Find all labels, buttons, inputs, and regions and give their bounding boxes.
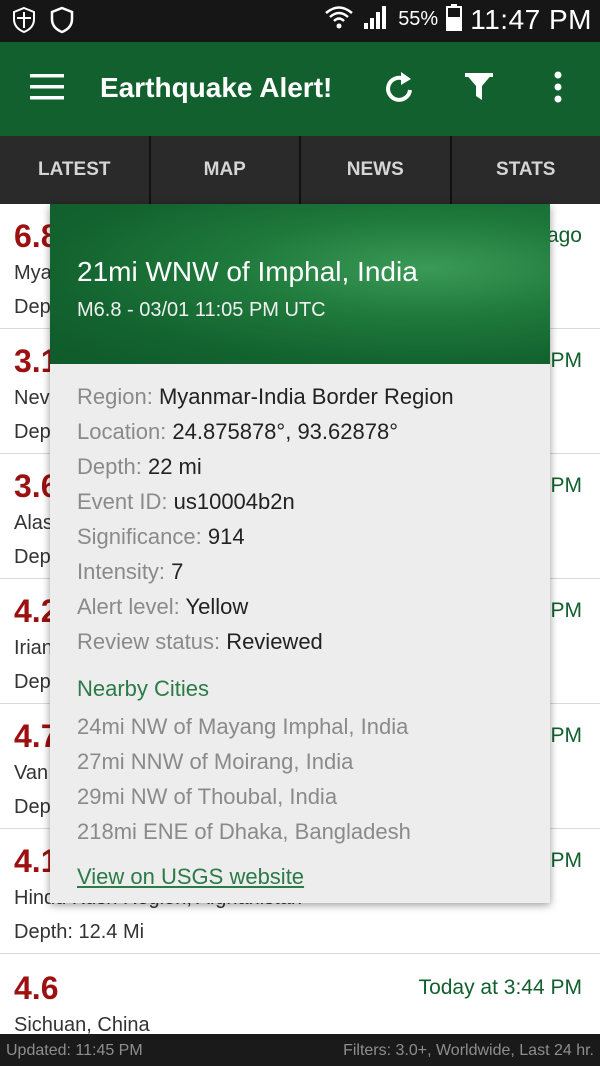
magnitude: 4.6 [14,970,59,1006]
detail-label: Review status: [77,629,221,654]
detail-event-id: Event ID: us10004b2n [77,484,454,519]
battery-icon [446,3,463,36]
shield-icon [50,6,74,39]
detail-location: Location: 24.875878°, 93.62878° [77,414,454,449]
wifi-icon [324,2,354,37]
detail-value: 7 [171,559,184,584]
tab-latest[interactable]: LATEST [0,136,151,204]
detail-depth: Depth: 22 mi [77,449,454,484]
detail-label: Intensity: [77,559,166,584]
menu-icon[interactable] [30,74,64,105]
location: Sichuan, China [14,1014,150,1034]
tab-map[interactable]: MAP [151,136,301,204]
dialog-title: 21mi WNW of Imphal, India [77,256,418,287]
nearby-cities-list: 24mi NW of Mayang Imphal, India 27mi NNW… [77,709,411,849]
detail-value: 22 mi [147,454,202,479]
filters-summary[interactable]: Filters: 3.0+, Worldwide, Last 24 hr. [343,1042,594,1060]
nearby-city: 29mi NW of Thoubal, India [77,784,338,809]
dialog-header: 21mi WNW of Imphal, India M6.8 - 03/01 1… [50,204,550,364]
view-usgs-link[interactable]: View on USGS website [77,864,304,890]
time: Today at 3:44 PM [418,976,582,999]
nearby-city: 27mi NNW of Moirang, India [77,749,354,774]
detail-region: Region: Myanmar-India Border Region [77,379,454,414]
detail-label: Depth: [77,454,142,479]
detail-value: Reviewed [226,629,323,654]
detail-list: Region: Myanmar-India Border Region Loca… [77,379,454,659]
earthquake-detail-dialog: 21mi WNW of Imphal, India M6.8 - 03/01 1… [50,204,550,903]
shield-check-icon [12,6,36,39]
clock: 11:47 PM [470,3,592,35]
detail-intensity: Intensity: 7 [77,554,454,589]
detail-review-status: Review status: Reviewed [77,624,454,659]
refresh-icon[interactable] [384,70,416,111]
app-title: Earthquake Alert! [100,72,333,103]
more-vert-icon[interactable] [553,70,563,109]
detail-value: Myanmar-India Border Region [158,384,454,409]
detail-label: Location: [77,419,167,444]
battery-percent: 55% [398,8,439,30]
detail-label: Alert level: [77,594,180,619]
detail-value: us10004b2n [173,489,295,514]
detail-label: Event ID: [77,489,168,514]
list-item[interactable]: 4.6 Sichuan, China Today at 3:44 PM [0,956,600,1034]
dialog-subtitle: M6.8 - 03/01 11:05 PM UTC [77,299,326,321]
nearby-cities-heading: Nearby Cities [77,676,210,701]
tab-stats[interactable]: STATS [452,136,600,204]
updated-time: Updated: 11:45 PM [6,1042,143,1059]
signal-icon [362,3,390,36]
filter-icon[interactable] [464,70,494,109]
detail-value: 914 [207,524,245,549]
status-bar: 55% 11:47 PM [0,0,600,42]
nearby-city: 24mi NW of Mayang Imphal, India [77,714,409,739]
nearby-city: 218mi ENE of Dhaka, Bangladesh [77,819,411,844]
depth: Depth: 12.4 Mi [14,921,145,943]
detail-label: Significance: [77,524,202,549]
detail-value: Yellow [185,594,249,619]
detail-alert-level: Alert level: Yellow [77,589,454,624]
tab-news[interactable]: NEWS [301,136,452,204]
footer-bar: Updated: 11:45 PM Filters: 3.0+, Worldwi… [0,1034,600,1066]
detail-label: Region: [77,384,153,409]
tab-bar: LATEST MAP NEWS STATS [0,136,600,204]
detail-significance: Significance: 914 [77,519,454,554]
detail-value: 24.875878°, 93.62878° [172,419,398,444]
app-bar: Earthquake Alert! [0,42,600,136]
